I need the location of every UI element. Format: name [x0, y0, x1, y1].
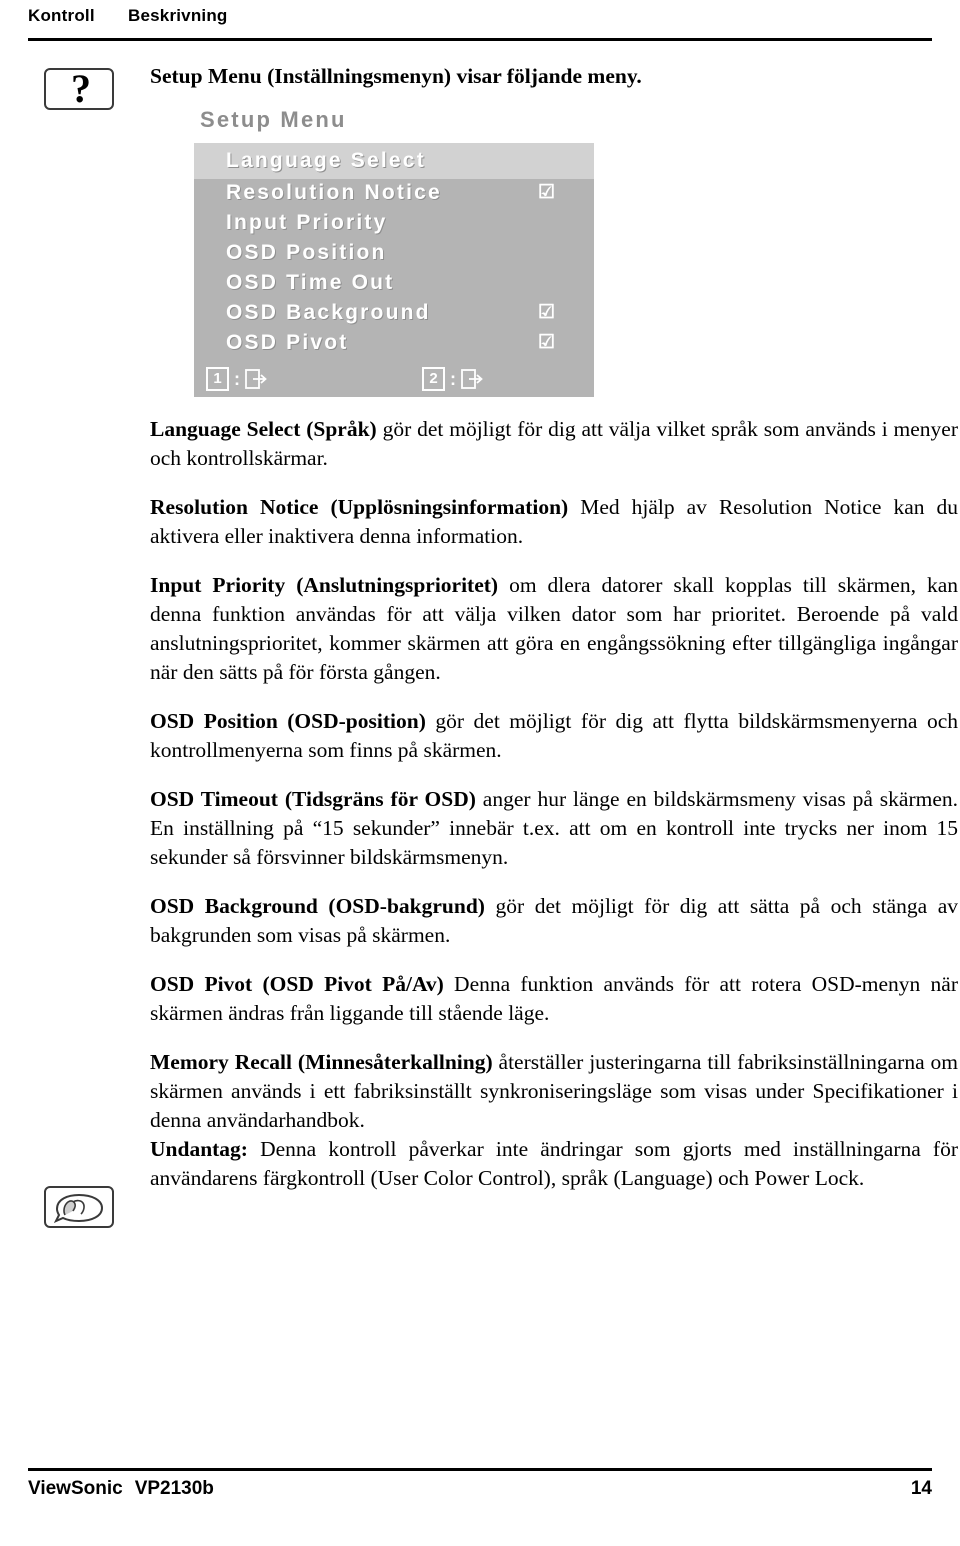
- paragraph-heading: Memory Recall (Minnesåterkallning): [150, 1050, 493, 1074]
- footer-brand: ViewSonic: [28, 1478, 123, 1499]
- paragraph-osd-pivot: OSD Pivot (OSD Pivot På/Av) Denna funkti…: [150, 970, 958, 1028]
- paragraph-input-priority: Input Priority (Anslutningsprioritet) om…: [150, 571, 958, 687]
- main-content: Setup Menu (Inställningsmenyn) visar föl…: [150, 62, 958, 1213]
- paragraph-heading: OSD Position (OSD-position): [150, 709, 426, 733]
- osd-item-checkbox: ☑: [538, 332, 556, 353]
- osd-item-label: Input Priority: [226, 211, 388, 234]
- osd-item-label: OSD Pivot: [226, 331, 349, 354]
- paragraph-heading: Input Priority (Anslutningsprioritet): [150, 573, 499, 597]
- header-col-kontroll: Kontroll: [28, 6, 95, 25]
- paragraph-osd-timeout: OSD Timeout (Tidsgräns för OSD) anger hu…: [150, 785, 958, 872]
- note-hand-glyph: [54, 1193, 104, 1223]
- osd-item-osd-pivot[interactable]: OSD Pivot ☑: [226, 325, 586, 361]
- page: Kontroll Beskrivning ? Setup Menu (Instäl…: [0, 0, 960, 1546]
- question-mark-glyph: ?: [71, 66, 91, 111]
- paragraph-undantag: Undantag: Denna kontroll påverkar inte ä…: [150, 1135, 958, 1193]
- header-divider: [28, 38, 932, 41]
- footer-page-number: 14: [910, 1478, 932, 1499]
- question-mark-icon: ?: [44, 66, 114, 111]
- header-columns: Kontroll Beskrivning: [28, 6, 228, 26]
- osd-item-language-select[interactable]: Language Select: [226, 143, 586, 179]
- osd-setup-menu-graphic: Setup Menu Language Select Resolution No…: [194, 107, 594, 397]
- header-col-beskrivning: Beskrivning: [128, 6, 228, 25]
- intro-text: Setup Menu (Inställningsmenyn) visar föl…: [150, 62, 958, 91]
- paragraph-memory-recall: Memory Recall (Minnesåterkallning) åters…: [150, 1048, 958, 1135]
- osd-item-label: OSD Time Out: [226, 271, 395, 294]
- osd-item-label: OSD Background: [226, 301, 431, 324]
- osd-footer-button-2: 2 :: [422, 363, 483, 395]
- osd-menu-box: Language Select Resolution Notice ☑ Inpu…: [194, 143, 594, 361]
- exit-icon: [245, 369, 267, 389]
- footer-model: VP2130b: [134, 1478, 214, 1499]
- osd-title: Setup Menu: [200, 107, 347, 132]
- osd-sep-2: :: [450, 369, 456, 389]
- paragraph-heading: Resolution Notice (Upplösningsinformatio…: [150, 495, 569, 519]
- paragraph-heading: OSD Pivot (OSD Pivot På/Av): [150, 972, 444, 996]
- osd-item-label: Resolution Notice: [226, 181, 442, 204]
- osd-sep-1: :: [234, 369, 240, 389]
- page-footer: ViewSonic VP2130b 14: [28, 1478, 932, 1500]
- note-hand-icon: [44, 1186, 114, 1228]
- paragraph-heading: OSD Background (OSD-bakgrund): [150, 894, 485, 918]
- enter-icon: [461, 369, 483, 389]
- footer-divider: [28, 1468, 932, 1471]
- paragraph-osd-background: OSD Background (OSD-bakgrund) gör det mö…: [150, 892, 958, 950]
- osd-item-label: Language Select: [226, 149, 426, 172]
- osd-key-2: 2: [422, 367, 445, 391]
- osd-footer-bar: 1 : 2 :: [194, 361, 594, 397]
- osd-item-checkbox: [538, 143, 560, 179]
- osd-item-label: OSD Position: [226, 241, 387, 264]
- paragraph-heading: Language Select (Språk): [150, 417, 377, 441]
- page-header: Kontroll Beskrivning: [0, 0, 960, 46]
- paragraph-body: Denna kontroll påverkar inte ändringar s…: [150, 1137, 958, 1190]
- paragraph-language-select: Language Select (Språk) gör det möjligt …: [150, 415, 958, 473]
- intro-bold: Setup Menu (Inställningsmenyn) visar föl…: [150, 64, 642, 88]
- paragraph-resolution-notice: Resolution Notice (Upplösningsinformatio…: [150, 493, 958, 551]
- paragraph-heading: Undantag:: [150, 1137, 248, 1161]
- osd-footer-button-1: 1 :: [206, 363, 267, 395]
- paragraph-heading: OSD Timeout (Tidsgräns för OSD): [150, 787, 476, 811]
- paragraph-osd-position: OSD Position (OSD-position) gör det möjl…: [150, 707, 958, 765]
- osd-key-1: 1: [206, 367, 229, 391]
